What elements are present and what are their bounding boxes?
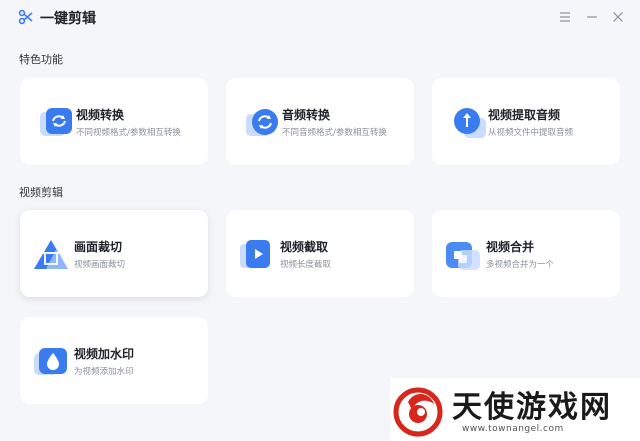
card-video-convert[interactable]: 视频转换 不同视频格式/参数相互转换 — [20, 78, 208, 165]
card-desc: 不同音频格式/参数相互转换 — [282, 128, 387, 138]
watermark-text: 天使游戏网 — [452, 390, 612, 425]
card-watermark[interactable]: 视频加水印 为视频添加水印 — [20, 317, 208, 404]
trim-icon — [240, 240, 270, 268]
app-title: 一键剪辑 — [40, 11, 96, 27]
section-title-featured: 特色功能 — [19, 53, 63, 66]
site-logo-icon — [393, 387, 443, 437]
card-desc: 视频画面裁切 — [74, 260, 126, 270]
card-desc: 从视频文件中提取音频 — [488, 128, 574, 138]
card-desc: 为视频添加水印 — [74, 367, 134, 377]
card-desc: 视频长度截取 — [280, 260, 332, 270]
title-bar: 一键剪辑 — [0, 0, 640, 34]
merge-icon — [446, 242, 480, 270]
card-title: 画面裁切 — [74, 240, 123, 254]
crop-icon — [34, 240, 68, 269]
extract-audio-icon — [454, 108, 486, 138]
card-trim[interactable]: 视频截取 视频长度截取 — [226, 210, 414, 297]
site-watermark: 天使游戏网 www.townangel.com — [390, 378, 640, 441]
video-convert-icon — [40, 108, 72, 136]
card-desc: 多视频合并为一个 — [486, 260, 555, 270]
card-title: 视频合并 — [486, 240, 535, 254]
card-audio-convert[interactable]: 音频转换 不同音频格式/参数相互转换 — [226, 78, 414, 165]
card-title: 视频提取音频 — [488, 108, 561, 122]
minimize-icon[interactable] — [584, 9, 600, 25]
card-extract-audio[interactable]: 视频提取音频 从视频文件中提取音频 — [432, 78, 620, 165]
watermark-icon — [34, 348, 67, 375]
section-title-video-edit: 视频剪辑 — [19, 186, 63, 199]
card-desc: 不同视频格式/参数相互转换 — [76, 128, 181, 138]
audio-convert-icon — [246, 109, 278, 136]
menu-icon[interactable] — [557, 9, 573, 25]
card-title: 视频加水印 — [74, 347, 135, 361]
card-title: 视频截取 — [280, 240, 329, 254]
watermark-url: www.townangel.com — [462, 424, 564, 434]
card-title: 音频转换 — [282, 108, 331, 122]
scissors-icon — [18, 9, 33, 25]
card-crop[interactable]: 画面裁切 视频画面裁切 — [20, 210, 208, 297]
card-merge[interactable]: 视频合并 多视频合并为一个 — [432, 210, 620, 297]
close-icon[interactable] — [610, 9, 626, 25]
card-title: 视频转换 — [76, 108, 125, 122]
